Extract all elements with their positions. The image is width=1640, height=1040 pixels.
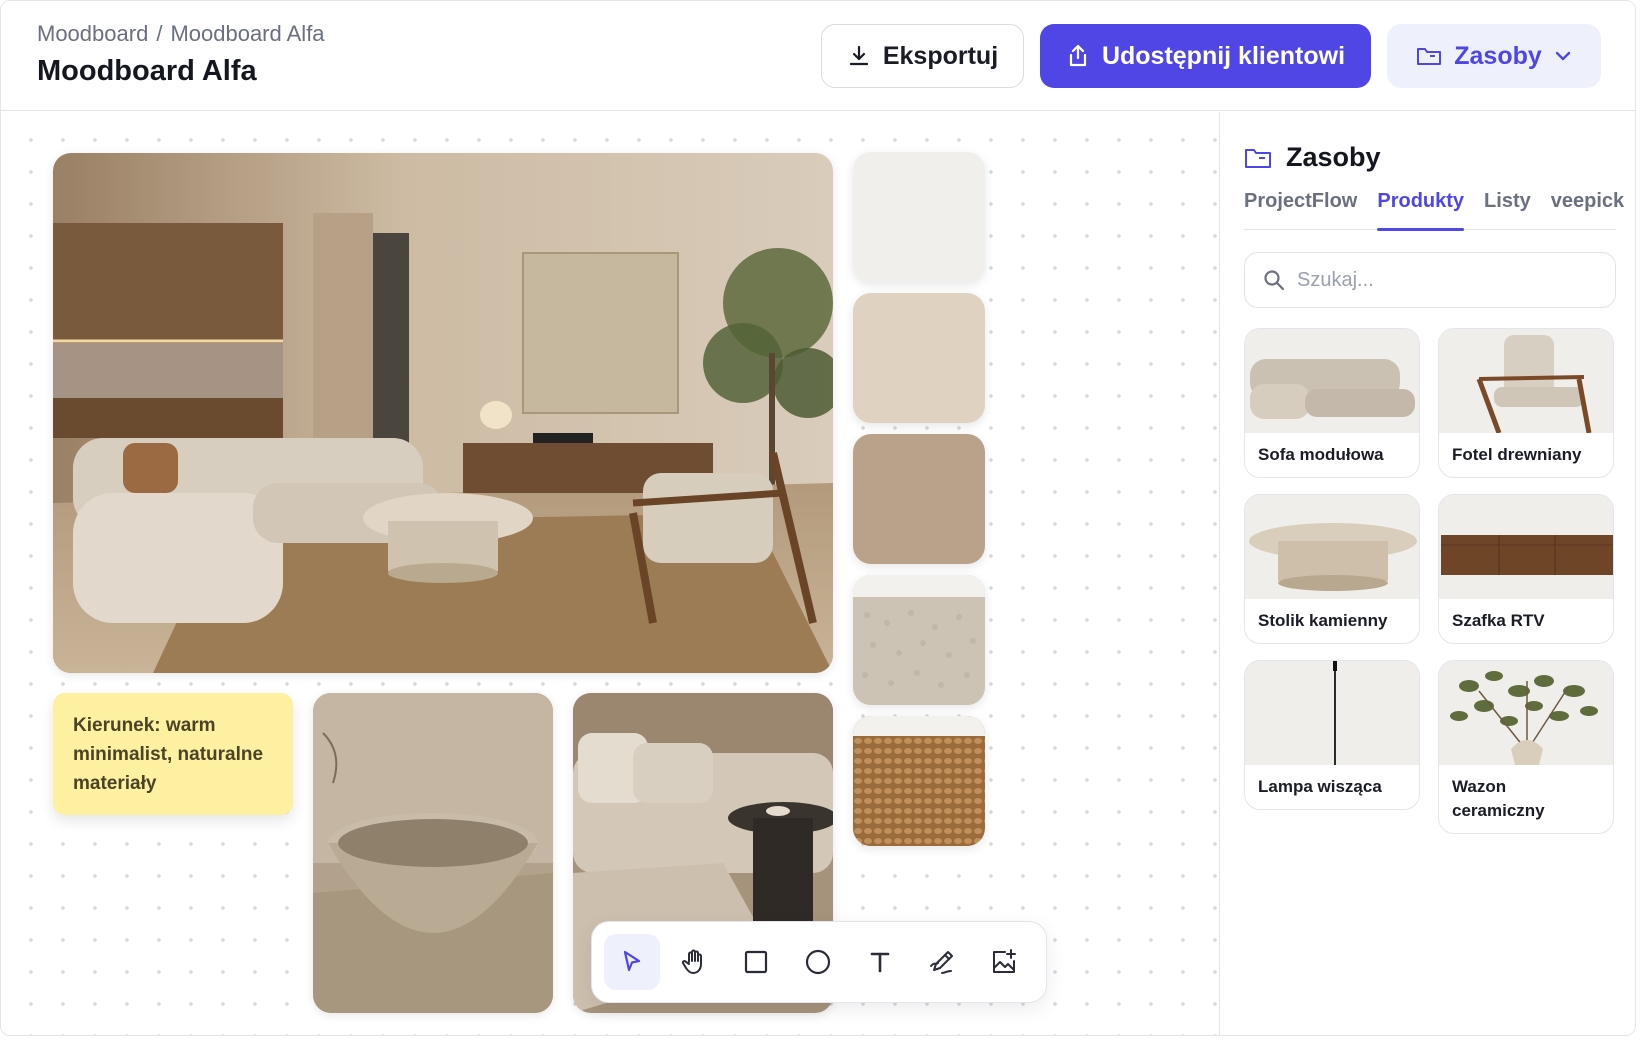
moodboard-canvas[interactable]: Kierunek: warm minimalist, naturalne mat… [1,112,1218,1035]
hand-tool[interactable] [666,934,722,990]
share-with-client-button[interactable]: Udostępnij klientowi [1040,24,1371,88]
product-name: Wazon ceramiczny [1452,777,1545,820]
folder-icon [1245,148,1271,168]
drawing-toolbar [591,921,1047,1003]
search-input[interactable] [1297,268,1597,292]
panel-header: Zasoby [1244,142,1381,173]
breadcrumb-current: Moodboard Alfa [170,21,325,46]
search-box[interactable] [1244,252,1616,308]
text-icon [870,952,890,973]
folder-icon [1417,48,1442,65]
pointer-icon [623,950,641,972]
product-thumbnail [1439,661,1613,765]
ceramic-bowl-image[interactable] [313,693,553,1013]
assets-button-label: Zasoby [1454,41,1542,70]
color-swatch-taupe[interactable] [853,434,985,564]
product-thumbnail [1439,329,1613,433]
breadcrumb-root[interactable]: Moodboard [37,21,148,47]
product-thumbnail [1245,661,1419,765]
product-card-pendant-lamp[interactable]: Lampa wisząca [1244,660,1420,810]
assets-panel: Zasoby ProjectFlow Produkty Listy veepic… [1219,112,1635,1035]
breadcrumb: Moodboard / Moodboard Alfa [37,21,325,47]
product-card-table[interactable]: Stolik kamienny [1244,494,1420,644]
hand-icon [681,949,702,974]
living-room-image[interactable] [53,153,833,673]
text-tool[interactable] [852,934,908,990]
product-thumbnail [1245,495,1419,599]
product-name: Szafka RTV [1452,611,1545,630]
circle-icon [805,949,831,975]
top-bar: Moodboard / Moodboard Alfa Moodboard Alf… [1,1,1635,111]
circle-tool[interactable] [790,934,846,990]
product-thumbnail [1439,495,1613,599]
product-name: Fotel drewniany [1452,445,1582,464]
share-button-label: Udostępnij klientowi [1101,41,1346,70]
product-name: Lampa wisząca [1258,777,1382,796]
search-icon [1264,270,1285,291]
pen-tool[interactable] [914,934,970,990]
rectangle-icon [744,950,768,974]
tab-projectflow[interactable]: ProjectFlow [1244,190,1357,229]
sticky-note[interactable]: Kierunek: warm minimalist, naturalne mat… [53,693,293,815]
assets-tabs: ProjectFlow Produkty Listy veepick [1244,190,1624,231]
share-icon [1069,44,1087,67]
product-card-tv-cabinet[interactable]: Szafka RTV [1438,494,1614,644]
product-card-vase[interactable]: Wazon ceramiczny [1438,660,1614,834]
tab-veepick[interactable]: veepick [1551,190,1624,229]
app-window: Moodboard / Moodboard Alfa Moodboard Alf… [0,0,1636,1036]
breadcrumb-separator: / [156,21,163,46]
tab-listy[interactable]: Listy [1484,190,1531,229]
color-swatch-white[interactable] [853,152,985,282]
panel-title: Zasoby [1286,142,1381,172]
pointer-tool[interactable] [604,934,660,990]
rectangle-tool[interactable] [728,934,784,990]
download-icon [849,45,868,66]
image-add-icon [993,949,1016,973]
product-thumbnail [1245,329,1419,433]
product-name: Stolik kamienny [1258,611,1388,630]
export-button[interactable]: Eksportuj [821,24,1024,88]
product-card-armchair[interactable]: Fotel drewniany [1438,328,1614,478]
product-name: Sofa modułowa [1258,445,1384,464]
pen-icon [930,951,953,974]
color-swatch-beige[interactable] [853,293,985,423]
fabric-swatch-boucle[interactable] [853,575,985,705]
product-card-sofa[interactable]: Sofa modułowa [1244,328,1420,478]
add-image-tool[interactable] [976,934,1032,990]
page-title: Moodboard Alfa [37,55,257,87]
chevron-down-icon [1555,51,1570,61]
assets-dropdown-button[interactable]: Zasoby [1387,24,1601,88]
fabric-swatch-woven[interactable] [853,716,985,846]
tab-produkty[interactable]: Produkty [1377,190,1464,231]
export-button-label: Eksportuj [882,41,999,70]
